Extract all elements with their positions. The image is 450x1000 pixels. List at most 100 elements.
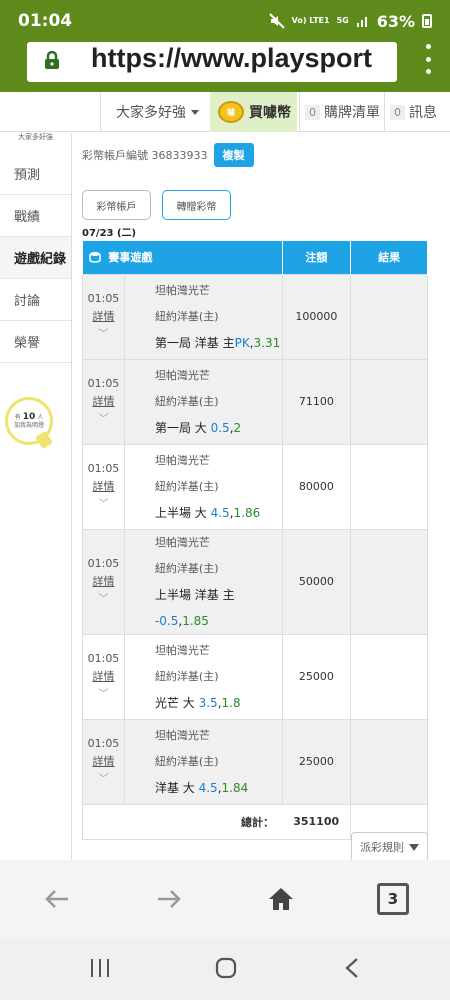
home-team: 紐約洋基(主) [154,479,219,493]
buy-coins-label: 買噱幣 [249,105,291,121]
browser-url-bar: https://www.playsport [0,42,450,92]
bet-amount: 50000 [281,528,352,635]
url-field[interactable]: https://www.playsport [27,42,397,82]
home-button-icon[interactable] [214,956,238,980]
chevron-down-icon[interactable]: ﹀ [83,326,124,344]
detail-link[interactable]: 詳情 [83,308,124,326]
game-time: 01:05 [87,736,120,750]
detail-link[interactable]: 詳情 [83,478,124,496]
detail-link[interactable]: 詳情 [83,393,124,411]
detail-link[interactable]: 詳情 [83,753,124,771]
detail-link[interactable]: 詳情 [83,668,124,686]
table-row: 01:05 詳情 ﹀ 坦帕灣光芒紐約洋基(主) 上半場 大 4.5,1.86 8000… [82,443,428,530]
sidebar-item-game-history[interactable]: 遊戲紀錄 [0,237,71,279]
lock-icon[interactable] [42,50,62,70]
bet-result [350,443,428,530]
home-team: 紐約洋基(主) [154,754,219,768]
url-text: https://www.playsport [91,43,373,73]
chevron-down-icon[interactable]: ﹀ [83,496,124,514]
status-bar: 01:04 Vo) LTE1 5G 63% [0,0,450,42]
away-team: 坦帕灣光芒 [154,283,210,297]
android-nav-bar [0,938,450,1000]
game-time: 01:05 [87,376,120,390]
table-row: 01:05 詳情 ﹀ 坦帕灣光芒紐約洋基(主) 第一局 大 0.5,2 71100 [82,358,428,445]
cart-count: 0 [305,104,320,120]
triangle-down-icon [409,843,419,851]
sidebar-item-honor[interactable]: 榮譽 [0,321,71,363]
home-team: 紐約洋基(主) [154,561,219,575]
sidebar: 大家多好強 預測 戰績 遊戲紀錄 討論 榮譽 有 10 人 加我為明燈 [0,133,72,860]
mute-icon [268,13,285,29]
sidebar-item-record[interactable]: 戰績 [0,195,71,237]
sidebar-username: 大家多好強 [18,133,53,141]
bet-description: 第一局 大 0.5,2 [154,420,242,435]
table-row: 01:05 詳情 ﹀ 坦帕灣光芒 紐約洋基(主) 光芒 大 3.5,1.8 25000 [82,633,428,720]
home-icon[interactable] [264,882,298,916]
payout-rules-label: 派彩規則 [360,841,404,854]
bet-description: 上半場 大 4.5,1.86 [154,505,261,520]
bet-result [350,358,428,445]
payout-rules-button[interactable]: 派彩規則 [351,832,428,862]
detail-link[interactable]: 詳情 [83,573,124,591]
chevron-down-icon[interactable]: ﹀ [83,411,124,429]
home-team: 紐約洋基(主) [154,394,219,408]
table-row: 01:05 詳情 ﹀ 坦帕灣光芒 紐約洋基(主) 洋基 大 4.5,1.84 25000 [82,718,428,805]
lamp-count-line: 有 10 人 [14,411,44,422]
battery-percent: 63% [376,11,415,31]
game-records-table: 賽事遊戲 注額 結果 01:05 詳情 ﹀ 坦帕灣光芒 紐約洋基(主) 第一局 洋基 主… [82,241,428,840]
coin-icon: 噱 [218,101,244,123]
tabs-count-button[interactable]: 3 [377,883,409,915]
message-link[interactable]: 0 訊息 [384,92,450,132]
message-count: 0 [390,104,405,120]
table-row: 01:05 詳情 ﹀ 坦帕灣光芒 紐約洋基(主) 第一局 洋基 主PK,3.31 100… [82,273,428,360]
tab-transfer-coins[interactable]: 轉贈彩幣 [162,190,231,220]
database-icon [88,252,101,264]
away-team: 坦帕灣光芒 [154,728,210,742]
game-time: 01:05 [87,291,120,305]
user-dropdown-label: 大家多好強 [116,105,186,121]
account-line: 彩幣帳戶編號 36833933 複製 [82,143,254,167]
bet-result [350,528,428,635]
recent-apps-icon[interactable] [89,958,111,978]
home-team: 紐約洋基(主) [154,309,219,323]
caret-down-icon [191,109,199,115]
browser-menu-icon[interactable] [423,44,433,74]
chevron-down-icon[interactable]: ﹀ [83,771,124,789]
bet-description: 上半場 洋基 主 -0.5,1.85 [154,587,235,628]
bet-description: 光芒 大 3.5,1.8 [154,695,241,710]
header-result: 結果 [350,241,428,274]
browser-toolbar: 3 [0,860,450,938]
away-team: 坦帕灣光芒 [154,453,210,467]
volte-label: Vo) LTE1 [291,16,330,25]
away-team: 坦帕灣光芒 [154,535,210,549]
bet-amount: 71100 [281,358,352,445]
buy-coins-button[interactable]: 噱 買噱幣 [210,92,297,132]
away-team: 坦帕灣光芒 [154,643,210,657]
sidebar-item-discussion[interactable]: 討論 [0,279,71,321]
sidebar-item-predict[interactable]: 預測 [0,153,71,195]
back-button-icon[interactable] [344,958,360,978]
chevron-down-icon[interactable]: ﹀ [83,591,124,609]
forward-arrow-icon[interactable] [152,882,186,916]
back-arrow-icon[interactable] [40,882,74,916]
lamp-count: 10 [22,411,36,422]
away-team: 坦帕灣光芒 [154,368,210,382]
game-time: 01:05 [87,556,120,570]
tab-coin-account[interactable]: 彩幣帳戶 [82,190,151,220]
bet-amount: 80000 [281,443,352,530]
game-time: 01:05 [87,461,120,475]
header-amount: 注額 [282,241,352,274]
bet-result [350,633,428,720]
bet-description: 洋基 大 4.5,1.84 [154,780,249,795]
status-time: 01:04 [18,11,73,31]
bet-description: 第一局 洋基 主PK,3.31 [154,335,281,350]
chevron-down-icon[interactable]: ﹀ [83,686,124,704]
date-label: 07/23 (二) [82,228,137,239]
account-number: 彩幣帳戶編號 36833933 [82,149,208,162]
table-row: 01:05 詳情 ﹀ 坦帕灣光芒 紐約洋基(主) 上半場 洋基 主 -0.5,1.85 … [82,528,428,635]
cart-label: 購牌清單 [324,105,380,121]
cart-link[interactable]: 0 購牌清單 [299,92,384,132]
bet-amount: 25000 [281,633,352,720]
copy-button[interactable]: 複製 [213,143,254,167]
user-dropdown[interactable]: 大家多好強 [100,92,210,132]
